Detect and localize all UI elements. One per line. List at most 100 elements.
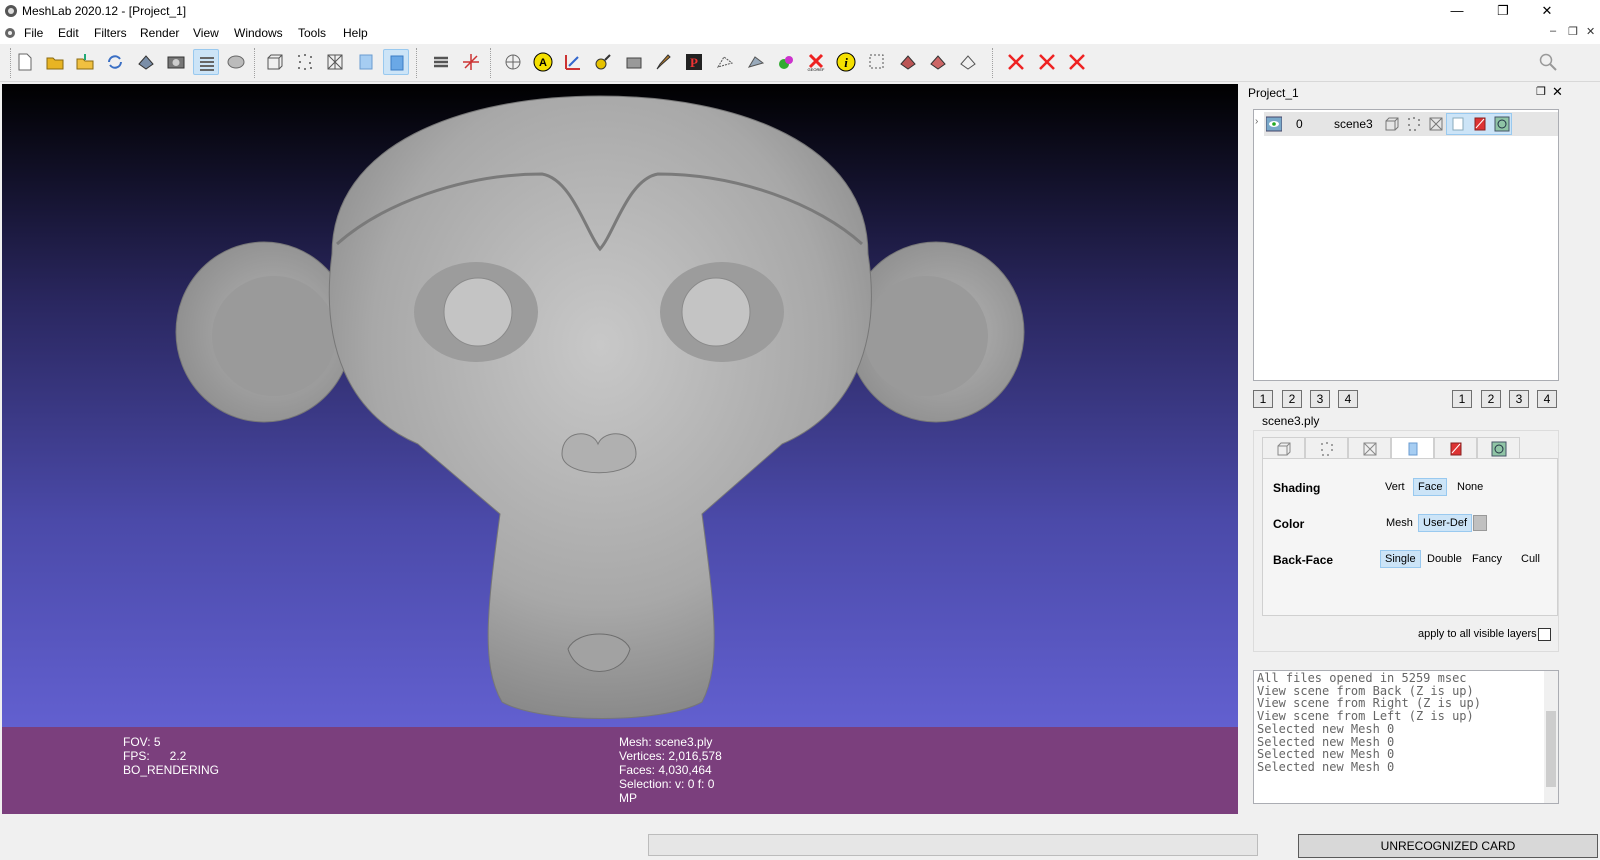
3d-viewport[interactable]: FOV: 5 FPS: 2.2 BO_RENDERING Mesh: scene… <box>2 84 1238 814</box>
tab-points[interactable] <box>1305 437 1348 459</box>
tab-bbox[interactable] <box>1262 437 1305 459</box>
mesh-file-label: scene3.ply <box>1260 414 1322 428</box>
selection-readout: Selection: v: 0 f: 0 <box>619 777 715 791</box>
menu-windows[interactable]: Windows <box>234 26 283 40</box>
layer-panel: Project_1 ❐ ✕ › 0 scene3 1 2 3 4 1 2 3 4… <box>1244 84 1568 814</box>
layer-wireframe-icon[interactable] <box>1428 116 1444 132</box>
parametrization-icon[interactable]: P <box>681 49 707 75</box>
color-userdef-option[interactable]: User-Def <box>1418 514 1473 532</box>
close-panel-icon[interactable]: ✕ <box>1552 84 1563 100</box>
backface-double-option[interactable]: Double <box>1423 551 1466 567</box>
menu-filters[interactable]: Filters <box>94 26 127 40</box>
bbox-icon <box>1277 442 1291 456</box>
fill-settings-pane: Shading Vert Face None Color Mesh User-D… <box>1262 458 1558 616</box>
mdi-close-button[interactable]: ✕ <box>1586 25 1595 38</box>
remove-selection-icon[interactable] <box>1034 49 1060 75</box>
toggle-layer-icon[interactable] <box>223 49 249 75</box>
eye-visibility-icon[interactable] <box>1266 116 1282 132</box>
shading-vert-option[interactable]: Vert <box>1381 479 1409 495</box>
fill-icon <box>1408 442 1418 456</box>
align-icon[interactable] <box>621 49 647 75</box>
layer-texture-icon[interactable] <box>1472 116 1488 132</box>
search-icon[interactable] <box>1535 49 1561 75</box>
shading-face-option[interactable]: Face <box>1413 478 1448 496</box>
smooth-icon[interactable] <box>383 49 409 75</box>
layer-bbox-icon[interactable] <box>1384 116 1400 132</box>
georef-icon[interactable]: GEOREF <box>803 49 829 75</box>
bounding-box-icon[interactable] <box>262 49 288 75</box>
measure-icon[interactable] <box>560 49 586 75</box>
tab-fill[interactable] <box>1391 437 1434 459</box>
info-icon[interactable]: i <box>833 49 859 75</box>
left-view-1-button[interactable]: 1 <box>1253 390 1273 408</box>
remove-faces-icon[interactable] <box>1064 49 1090 75</box>
right-view-2-button[interactable]: 2 <box>1481 390 1501 408</box>
title-bar: MeshLab 2020.12 - [Project_1] — ❐ ✕ <box>0 0 1600 22</box>
export-mesh-icon[interactable] <box>133 49 159 75</box>
log-scrollbar[interactable] <box>1544 671 1558 803</box>
mdi-minimize-button[interactable]: – <box>1550 25 1556 37</box>
select-connected-icon[interactable] <box>895 49 921 75</box>
tab-texture[interactable] <box>1434 437 1477 459</box>
delete-vertices-icon[interactable] <box>925 49 951 75</box>
left-view-2-button[interactable]: 2 <box>1282 390 1302 408</box>
layer-points-icon[interactable] <box>1406 116 1422 132</box>
wireframe-icon <box>1363 442 1377 456</box>
open-project-icon[interactable] <box>42 49 68 75</box>
layer-row[interactable]: 0 scene3 <box>1264 112 1558 136</box>
color-paint-icon[interactable] <box>773 49 799 75</box>
mark-icon[interactable] <box>1003 49 1029 75</box>
tab-decorators[interactable] <box>1477 437 1520 459</box>
menu-file[interactable]: File <box>24 26 43 40</box>
snapshot-icon[interactable] <box>163 49 189 75</box>
backface-single-option[interactable]: Single <box>1380 550 1421 568</box>
import-mesh-icon[interactable] <box>72 49 98 75</box>
tab-wireframe[interactable] <box>1348 437 1391 459</box>
right-view-3-button[interactable]: 3 <box>1509 390 1529 408</box>
color-mesh-option[interactable]: Mesh <box>1382 515 1417 531</box>
status-bar: UNRECOGNIZED CARD <box>0 816 1600 860</box>
menu-edit[interactable]: Edit <box>58 26 79 40</box>
wireframe-icon[interactable] <box>322 49 348 75</box>
log-window: All files opened in 5259 msec View scene … <box>1253 670 1559 804</box>
select-faces-icon[interactable] <box>743 49 769 75</box>
layer-decorator-icon[interactable] <box>1494 116 1510 132</box>
menu-help[interactable]: Help <box>343 26 368 40</box>
trackball-icon[interactable] <box>500 49 526 75</box>
layer-smooth-icon[interactable] <box>1450 116 1466 132</box>
flat-icon[interactable] <box>353 49 379 75</box>
fps-readout: FPS: 2.2 <box>123 749 187 763</box>
minimize-button[interactable]: — <box>1434 0 1480 22</box>
left-view-4-button[interactable]: 4 <box>1338 390 1358 408</box>
delete-faces-icon[interactable] <box>955 49 981 75</box>
new-project-icon[interactable] <box>12 49 38 75</box>
axes-icon[interactable] <box>458 49 484 75</box>
texture-icon <box>1450 442 1462 456</box>
right-view-1-button[interactable]: 1 <box>1452 390 1472 408</box>
paint-icon[interactable] <box>651 49 677 75</box>
select-rect-icon[interactable] <box>864 49 890 75</box>
apply-all-label: apply to all visible layers <box>1418 628 1537 640</box>
close-button[interactable]: ✕ <box>1524 0 1570 22</box>
annotation-icon[interactable]: A <box>530 49 556 75</box>
maximize-button[interactable]: ❐ <box>1480 0 1526 22</box>
light-icon[interactable] <box>428 49 454 75</box>
menu-view[interactable]: View <box>193 26 219 40</box>
backface-fancy-option[interactable]: Fancy <box>1468 551 1506 567</box>
shading-none-option[interactable]: None <box>1453 479 1487 495</box>
show-layer-dialog-icon[interactable] <box>193 49 219 75</box>
pick-points-icon[interactable] <box>590 49 616 75</box>
float-panel-icon[interactable]: ❐ <box>1536 85 1546 98</box>
color-swatch[interactable] <box>1473 515 1487 531</box>
backface-cull-option[interactable]: Cull <box>1517 551 1544 567</box>
menu-tools[interactable]: Tools <box>298 26 326 40</box>
apply-all-checkbox[interactable] <box>1538 628 1551 641</box>
right-view-4-button[interactable]: 4 <box>1537 390 1557 408</box>
left-view-3-button[interactable]: 3 <box>1310 390 1330 408</box>
reload-icon[interactable] <box>102 49 128 75</box>
mdi-restore-button[interactable]: ❐ <box>1568 25 1578 38</box>
expand-chevron-icon[interactable]: › <box>1255 116 1258 127</box>
menu-render[interactable]: Render <box>140 26 179 40</box>
select-vertices-icon[interactable] <box>712 49 738 75</box>
points-icon[interactable] <box>292 49 318 75</box>
